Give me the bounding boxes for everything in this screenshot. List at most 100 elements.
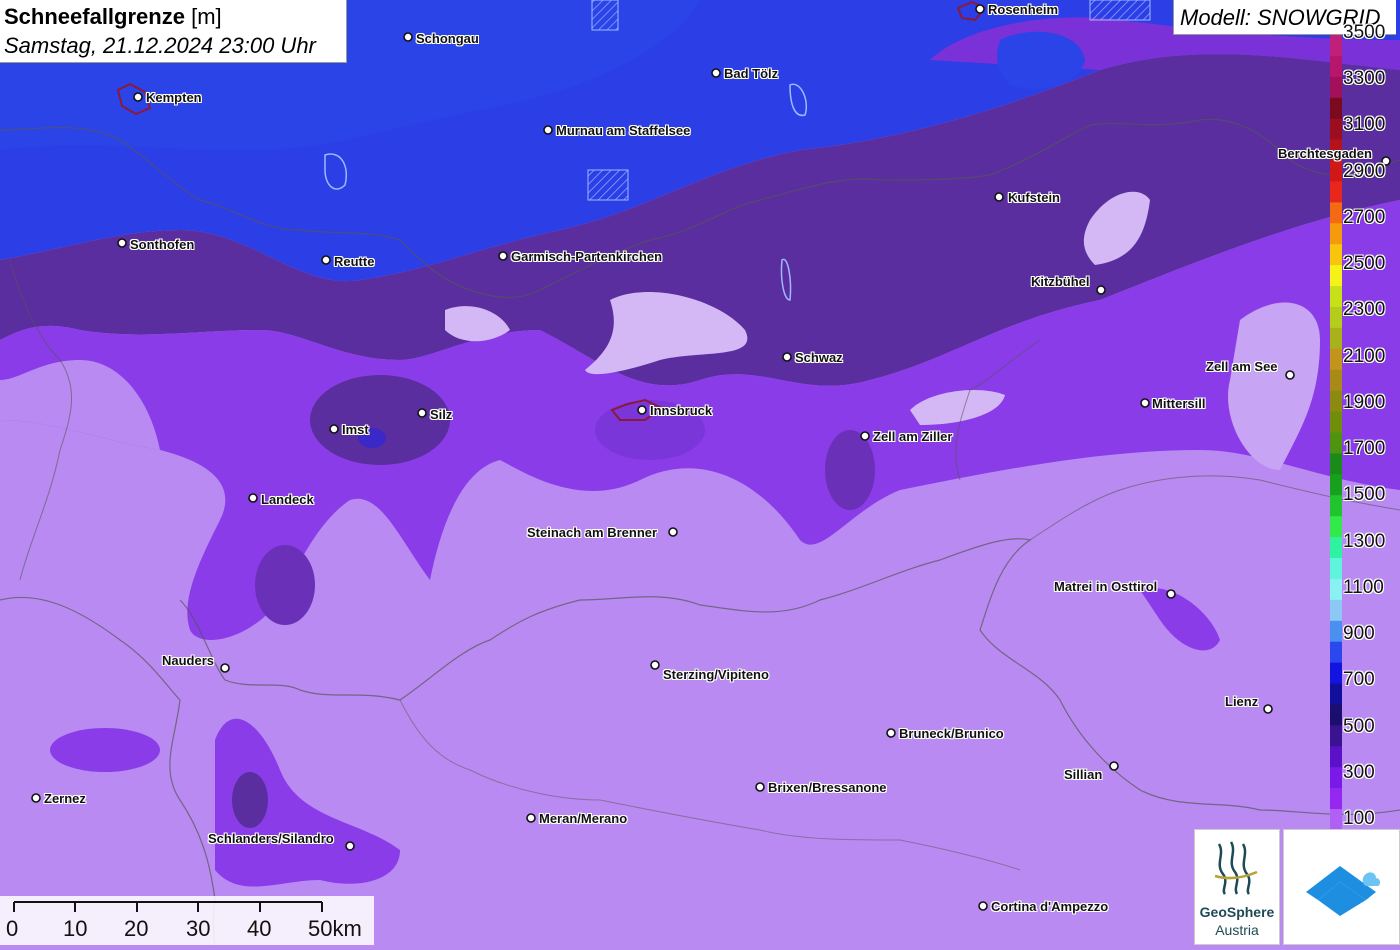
dark-pocket-imst bbox=[310, 375, 450, 465]
city-label-berchtesgaden: Berchtesgaden bbox=[1278, 146, 1372, 161]
legend-swatch bbox=[1330, 537, 1342, 559]
city-label-sterzing-vipiteno: Sterzing/Vipiteno bbox=[663, 667, 769, 682]
city-marker-kufstein[interactable] bbox=[994, 192, 1004, 202]
city-label-landeck: Landeck bbox=[261, 492, 314, 507]
city-label-kufstein: Kufstein bbox=[1008, 190, 1060, 205]
city-marker-schongau[interactable] bbox=[403, 32, 413, 42]
legend-swatch bbox=[1330, 265, 1342, 287]
legend-swatch bbox=[1330, 369, 1342, 392]
city-marker-sonthofen[interactable] bbox=[117, 238, 127, 248]
legend-swatch bbox=[1330, 432, 1342, 454]
city-marker-sterzing-vipiteno[interactable] bbox=[650, 660, 660, 670]
scale-label-10: 10 bbox=[63, 916, 88, 941]
title-main: Schneefallgrenze bbox=[4, 4, 185, 29]
city-marker-innsbruck[interactable] bbox=[637, 405, 647, 415]
legend-swatch bbox=[1330, 348, 1342, 371]
legend-label-500: 500 bbox=[1343, 715, 1375, 737]
dark-pocket-schlanders bbox=[232, 772, 268, 828]
city-label-bruneck-brunico: Bruneck/Brunico bbox=[899, 726, 1004, 741]
legend-swatch bbox=[1330, 788, 1342, 810]
legend-swatch bbox=[1330, 390, 1342, 413]
city-label-nauders: Nauders bbox=[162, 653, 215, 668]
legend-label-900: 900 bbox=[1343, 623, 1375, 645]
legend-swatch bbox=[1330, 683, 1342, 705]
legend-label-1500: 1500 bbox=[1343, 484, 1386, 506]
title-panel: Schneefallgrenze [m] Samstag, 21.12.2024… bbox=[0, 0, 347, 63]
scale-label-40: 40 bbox=[247, 916, 272, 941]
legend-swatch bbox=[1330, 474, 1342, 496]
city-label-matrei-in-osttirol: Matrei in Osttirol bbox=[1054, 579, 1158, 594]
city-marker-zell-am-see[interactable] bbox=[1285, 370, 1295, 380]
city-marker-bad-t-lz[interactable] bbox=[711, 68, 721, 78]
city-marker-schwaz[interactable] bbox=[782, 352, 792, 362]
city-marker-murnau-am-staffelsee[interactable] bbox=[543, 125, 553, 135]
city-marker-brixen-bressanone[interactable] bbox=[755, 782, 765, 792]
city-label-bad-t-lz: Bad Tölz bbox=[724, 66, 779, 81]
title-unit: [m] bbox=[191, 4, 222, 29]
dark-pocket-landeck bbox=[255, 545, 315, 625]
legend-label-300: 300 bbox=[1343, 761, 1375, 783]
legend-swatch bbox=[1330, 578, 1342, 601]
legend-label-1300: 1300 bbox=[1343, 530, 1386, 552]
legend-label-100: 100 bbox=[1343, 808, 1375, 829]
city-label-schongau: Schongau bbox=[416, 31, 479, 46]
legend-swatch bbox=[1330, 202, 1342, 224]
city-marker-cortina-d-ampezzo[interactable] bbox=[978, 901, 988, 911]
city-marker-bruneck-brunico[interactable] bbox=[886, 728, 896, 738]
legend-label-1900: 1900 bbox=[1343, 391, 1386, 413]
city-label-schwaz: Schwaz bbox=[795, 350, 843, 365]
city-marker-mittersill[interactable] bbox=[1140, 398, 1150, 408]
scale-label-0: 0 bbox=[6, 916, 19, 941]
partner-logo[interactable] bbox=[1283, 829, 1400, 945]
city-marker-schlanders-silandro[interactable] bbox=[345, 841, 355, 851]
city-label-zell-am-ziller: Zell am Ziller bbox=[873, 429, 953, 444]
legend-swatch bbox=[1330, 118, 1342, 141]
city-label-zernez: Zernez bbox=[44, 791, 86, 806]
city-marker-garmisch-partenkirchen[interactable] bbox=[498, 251, 508, 261]
legend-label-2500: 2500 bbox=[1343, 253, 1386, 275]
city-marker-landeck[interactable] bbox=[248, 493, 258, 503]
city-marker-silz[interactable] bbox=[417, 408, 427, 418]
legend-label-2300: 2300 bbox=[1343, 299, 1386, 321]
city-label-steinach-am-brenner: Steinach am Brenner bbox=[527, 525, 658, 540]
legend-swatch bbox=[1330, 35, 1342, 57]
city-label-garmisch-partenkirchen: Garmisch-Partenkirchen bbox=[511, 249, 663, 264]
city-marker-nauders[interactable] bbox=[220, 663, 230, 673]
legend-swatch bbox=[1330, 662, 1342, 685]
city-marker-matrei-in-osttirol[interactable] bbox=[1166, 589, 1176, 599]
city-marker-reutte[interactable] bbox=[321, 255, 331, 265]
city-marker-imst[interactable] bbox=[329, 424, 339, 434]
lake-hatched-1 bbox=[591, 0, 619, 31]
city-label-silz: Silz bbox=[430, 407, 453, 422]
city-marker-zell-am-ziller[interactable] bbox=[860, 431, 870, 441]
city-label-meran-merano: Meran/Merano bbox=[539, 811, 628, 826]
city-marker-rosenheim[interactable] bbox=[975, 4, 985, 14]
city-marker-kitzb-hel[interactable] bbox=[1096, 285, 1106, 295]
map-title: Schneefallgrenze [m] bbox=[4, 4, 222, 30]
legend-swatch bbox=[1330, 725, 1342, 747]
city-marker-steinach-am-brenner[interactable] bbox=[668, 527, 678, 537]
legend-swatch bbox=[1330, 453, 1342, 475]
snowfall-line-map[interactable] bbox=[0, 0, 1400, 945]
city-marker-kempten[interactable] bbox=[133, 92, 143, 102]
city-marker-meran-merano[interactable] bbox=[526, 813, 536, 823]
city-label-kempten: Kempten bbox=[146, 90, 202, 105]
city-marker-sillian[interactable] bbox=[1109, 761, 1119, 771]
city-label-rosenheim: Rosenheim bbox=[988, 2, 1059, 17]
legend-swatch bbox=[1330, 809, 1342, 831]
lake-hatched-2 bbox=[1089, 0, 1151, 21]
city-marker-zernez[interactable] bbox=[31, 793, 41, 803]
legend-swatch bbox=[1330, 244, 1342, 266]
geosphere-logo-country: Austria bbox=[1215, 922, 1259, 938]
scale-label-20: 20 bbox=[124, 916, 149, 941]
legend-label-1100: 1100 bbox=[1343, 576, 1384, 598]
city-marker-lienz[interactable] bbox=[1263, 704, 1273, 714]
legend-swatch bbox=[1330, 286, 1342, 308]
city-label-cortina-d-ampezzo: Cortina d'Ampezzo bbox=[991, 899, 1109, 914]
legend-swatch bbox=[1330, 55, 1342, 78]
legend-label-3500: 3500 bbox=[1343, 22, 1386, 43]
geosphere-logo[interactable]: GeoSphere Austria bbox=[1194, 829, 1280, 945]
legend-swatch bbox=[1330, 97, 1342, 120]
city-label-reutte: Reutte bbox=[334, 254, 375, 269]
geosphere-logo-icon bbox=[1214, 841, 1258, 895]
